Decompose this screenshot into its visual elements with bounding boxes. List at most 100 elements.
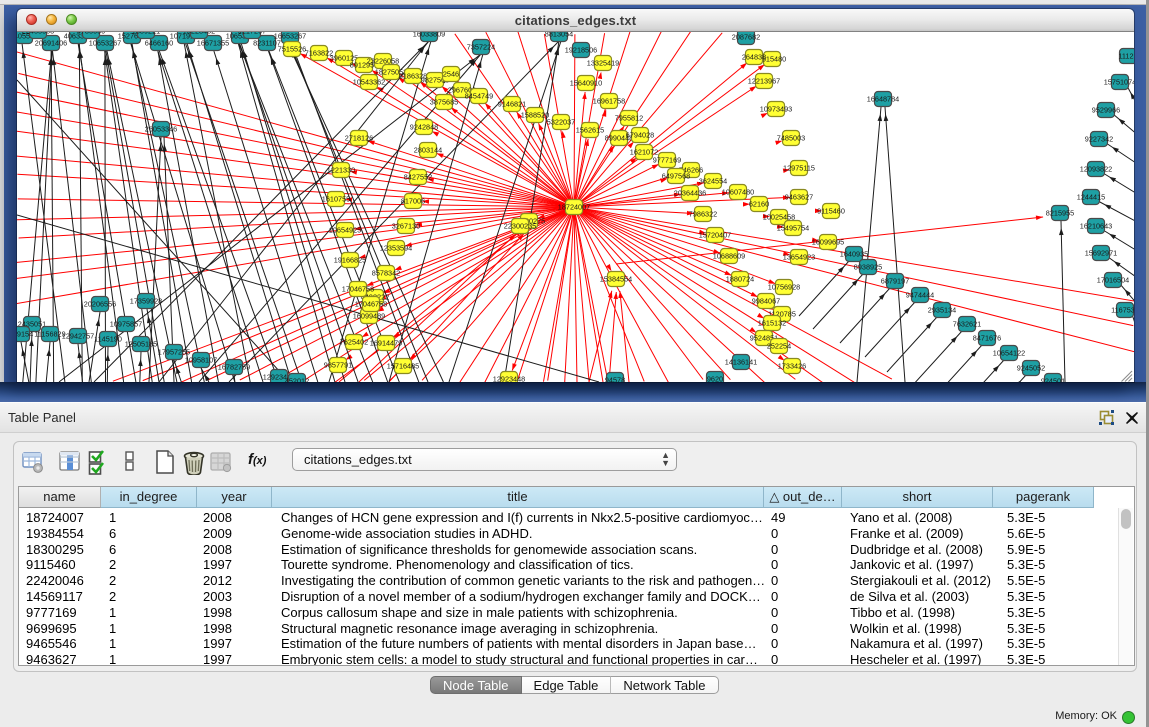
svg-text:9463627: 9463627 — [785, 192, 813, 201]
svg-text:15692971: 15692971 — [1085, 248, 1117, 257]
svg-text:9620: 9620 — [707, 374, 723, 382]
svg-text:9529966: 9529966 — [1092, 105, 1120, 114]
svg-text:12505185: 12505185 — [125, 339, 157, 348]
svg-text:2935134: 2935134 — [928, 305, 956, 314]
svg-text:17046758: 17046758 — [355, 299, 387, 308]
svg-text:2087682: 2087682 — [732, 32, 760, 41]
svg-text:16671355: 16671355 — [197, 38, 229, 47]
svg-text:9227342: 9227342 — [1085, 134, 1113, 143]
svg-text:15716485: 15716485 — [387, 361, 419, 370]
svg-text:13654923: 13654923 — [783, 252, 815, 261]
svg-text:9146821: 9146821 — [498, 99, 526, 108]
svg-text:16033809: 16033809 — [413, 32, 445, 38]
svg-text:14136141: 14136141 — [725, 357, 757, 366]
svg-text:12923448: 12923448 — [493, 374, 525, 382]
svg-text:16782759: 16782759 — [218, 362, 250, 371]
svg-text:1839221: 1839221 — [132, 32, 160, 35]
svg-text:3624554: 3624554 — [699, 176, 727, 185]
svg-text:19218506: 19218506 — [565, 45, 597, 54]
svg-text:10688609: 10688609 — [713, 251, 745, 260]
svg-text:1640935: 1640935 — [840, 249, 868, 258]
svg-text:4735650: 4735650 — [77, 32, 105, 35]
svg-text:9115460: 9115460 — [817, 206, 845, 215]
svg-text:10975857: 10975857 — [110, 319, 142, 328]
svg-text:12942757: 12942757 — [62, 331, 94, 340]
svg-text:9984067: 9984067 — [752, 296, 780, 305]
svg-text:12213967: 12213967 — [748, 76, 780, 85]
svg-text:1145190: 1145190 — [94, 334, 122, 343]
svg-text:1588520: 1588520 — [521, 110, 549, 119]
svg-text:22455603: 22455603 — [22, 32, 54, 35]
svg-text:9777169: 9777169 — [653, 155, 681, 164]
svg-text:16099695: 16099695 — [812, 237, 844, 246]
svg-text:264838: 264838 — [742, 52, 766, 61]
svg-text:2803144: 2803144 — [414, 145, 442, 154]
svg-text:10543362: 10543362 — [353, 77, 385, 86]
svg-text:19166825: 19166825 — [334, 255, 366, 264]
svg-text:10973493: 10973493 — [760, 104, 792, 113]
svg-text:6497568: 6497568 — [662, 171, 690, 180]
svg-text:15751074: 15751074 — [1104, 77, 1134, 86]
svg-text:1221330: 1221330 — [327, 165, 355, 174]
svg-text:6794028: 6794028 — [626, 130, 654, 139]
svg-text:16648784: 16648784 — [867, 94, 899, 103]
svg-text:17016504: 17016504 — [1097, 275, 1129, 284]
svg-text:15720407: 15720407 — [699, 230, 731, 239]
svg-text:10228452: 10228452 — [183, 32, 215, 35]
svg-text:20364436: 20364436 — [674, 188, 706, 197]
svg-text:9857791: 9857791 — [324, 360, 352, 369]
svg-text:13325419: 13325419 — [587, 58, 619, 67]
svg-text:6879197: 6879197 — [881, 276, 909, 285]
svg-text:3267130: 3267130 — [392, 221, 420, 230]
svg-text:2718126: 2718126 — [345, 133, 373, 142]
svg-text:7485003: 7485003 — [777, 133, 805, 142]
svg-text:7986322: 7986322 — [689, 209, 717, 218]
svg-text:8471676: 8471676 — [973, 333, 1001, 342]
svg-text:9245052: 9245052 — [1017, 363, 1045, 372]
svg-text:11125: 11125 — [1118, 51, 1134, 60]
svg-text:16961758: 16961758 — [593, 96, 625, 105]
svg-text:10654925: 10654925 — [329, 225, 361, 234]
svg-text:9242848: 9242848 — [410, 122, 438, 131]
svg-text:8215955: 8215955 — [1046, 208, 1074, 217]
svg-text:8578342: 8578342 — [372, 268, 400, 277]
svg-text:817006: 817006 — [401, 196, 425, 205]
svg-text:12975115: 12975115 — [783, 163, 815, 172]
svg-text:16210643: 16210643 — [1080, 221, 1112, 230]
svg-text:252254: 252254 — [767, 341, 791, 350]
svg-text:10607480: 10607480 — [722, 187, 754, 196]
svg-text:16914479: 16914479 — [370, 338, 402, 347]
svg-text:94578: 94578 — [605, 375, 625, 382]
svg-text:1610755: 1610755 — [322, 194, 350, 203]
svg-text:7632621: 7632621 — [953, 319, 981, 328]
svg-text:7955812: 7955812 — [615, 113, 643, 122]
svg-text:8427552: 8427552 — [404, 172, 432, 181]
svg-text:1733426: 1733426 — [778, 361, 806, 370]
svg-text:7625402: 7625402 — [340, 337, 368, 346]
svg-text:17046758: 17046758 — [342, 284, 374, 293]
svg-text:7515526: 7515526 — [278, 44, 306, 53]
svg-text:62160: 62160 — [749, 199, 769, 208]
svg-text:17359928: 17359928 — [130, 296, 162, 305]
svg-text:20206556: 20206556 — [84, 299, 116, 308]
svg-text:12353594: 12353594 — [380, 243, 412, 252]
svg-text:15384554: 15384554 — [600, 274, 632, 283]
svg-text:10958107: 10958107 — [185, 355, 217, 364]
svg-text:16653267: 16653267 — [274, 32, 306, 40]
svg-text:5322037: 5322037 — [547, 117, 575, 126]
svg-text:12093822: 12093822 — [1080, 164, 1112, 173]
svg-text:939154: 939154 — [17, 329, 33, 338]
svg-text:8938925: 8938925 — [854, 262, 882, 271]
svg-text:3875685: 3875685 — [430, 97, 458, 106]
svg-text:452012: 452012 — [285, 376, 309, 382]
svg-text:1167534: 1167534 — [1111, 305, 1134, 314]
svg-text:1615132: 1615132 — [758, 318, 786, 327]
svg-text:16099489: 16099489 — [353, 311, 385, 320]
svg-text:8454749: 8454749 — [465, 91, 493, 100]
svg-text:26053346: 26053346 — [145, 124, 177, 133]
svg-text:10756928: 10756928 — [768, 282, 800, 291]
svg-text:1562615: 1562615 — [576, 125, 604, 134]
svg-text:10654122: 10654122 — [993, 348, 1025, 357]
svg-text:9474444: 9474444 — [906, 290, 934, 299]
svg-text:2546: 2546 — [443, 69, 459, 78]
